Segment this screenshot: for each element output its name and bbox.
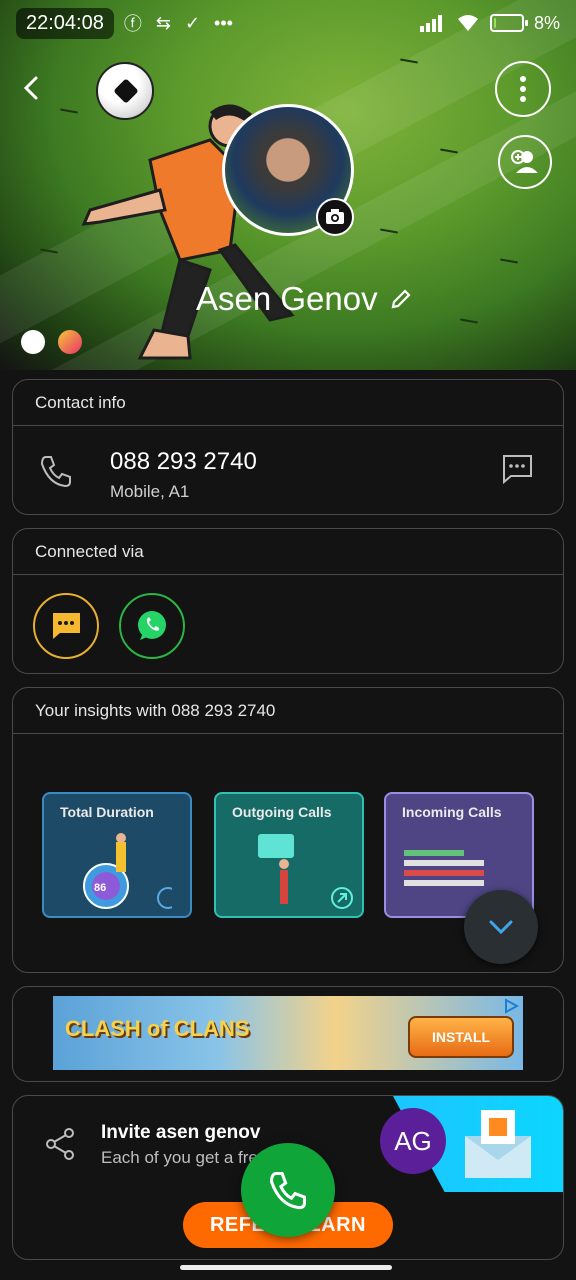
battery-fill: [493, 18, 496, 28]
facebook-icon: ⓕ: [123, 14, 142, 34]
add-person-icon: [511, 150, 538, 173]
theme-white-option[interactable]: [21, 330, 45, 354]
insights-heading: Your insights with 088 293 2740: [13, 688, 563, 734]
more-icon: •••: [214, 12, 233, 33]
whatsapp-button[interactable]: [119, 593, 185, 659]
signal-icon: [419, 15, 442, 32]
incoming-calls-title: Incoming Calls: [402, 804, 502, 820]
phone-icon: [40, 456, 71, 488]
status-bar: 22:04:08 ⓕ ⇆ ✓ ••• 8%: [0, 0, 576, 46]
duration-illustration: [83, 833, 172, 909]
phone-type: Mobile, A1: [110, 482, 190, 501]
connected-via-card: Connected via: [12, 528, 564, 674]
call-button[interactable]: [241, 1143, 335, 1237]
whatsapp-icon: [138, 611, 166, 640]
check-icon: ✓: [184, 12, 201, 33]
phone-number: 088 293 2740: [110, 448, 257, 475]
status-time: 22:04:08: [16, 7, 114, 39]
outgoing-calls-card[interactable]: Outgoing Calls: [214, 792, 364, 918]
outgoing-calls-title: Outgoing Calls: [232, 804, 332, 820]
status-notification-icons: ⓕ ⇆ ✓ •••: [124, 10, 233, 36]
connected-via-heading: Connected via: [13, 529, 563, 575]
ad-brand: CLASH of CLANS: [65, 1016, 250, 1041]
more-options-button[interactable]: [495, 61, 551, 117]
cast-icon: ⇆: [155, 12, 171, 33]
connected-apps-row: [13, 575, 563, 673]
add-contact-button[interactable]: [498, 135, 552, 189]
phone-row[interactable]: 088 293 2740 Mobile, A1: [13, 426, 563, 514]
ad-banner[interactable]: CLASH of CLANS INSTALL: [53, 996, 523, 1070]
back-button[interactable]: [14, 70, 50, 106]
invite-title: Invite asen genov: [101, 1122, 261, 1143]
vertical-dots-icon: [520, 76, 526, 102]
contact-name-row: Asen Genov: [196, 280, 412, 318]
battery-percent: 8%: [533, 12, 560, 33]
total-duration-title: Total Duration: [60, 804, 154, 820]
cover-decor: [459, 318, 479, 324]
sms-chat-icon: [52, 613, 80, 639]
duration-value: 86: [94, 882, 107, 894]
share-icon[interactable]: [45, 1128, 75, 1160]
initials-avatar[interactable]: AG: [380, 1108, 446, 1174]
message-icon[interactable]: [501, 454, 533, 484]
cover-decor: [499, 258, 519, 264]
home-indicator[interactable]: [180, 1265, 392, 1270]
ad-install-button[interactable]: INSTALL: [408, 1016, 514, 1058]
soccer-ball-icon: [96, 62, 154, 120]
theme-gradient-option[interactable]: [58, 330, 82, 354]
ad-card: CLASH of CLANS INSTALL: [12, 986, 564, 1082]
contact-name: Asen Genov: [196, 280, 378, 317]
scroll-down-button[interactable]: [464, 890, 538, 964]
ad-choices-icon[interactable]: [503, 998, 519, 1014]
phone-call-icon: [269, 1172, 306, 1210]
cover-decor: [439, 148, 459, 154]
wifi-icon: [457, 15, 478, 31]
contact-info-card: Contact info 088 293 2740 Mobile, A1: [12, 379, 564, 515]
chevron-left-icon: [23, 76, 38, 100]
camera-icon: [326, 209, 344, 224]
total-duration-card[interactable]: Total Duration 86: [42, 792, 192, 918]
contact-info-heading: Contact info: [13, 380, 563, 426]
outgoing-illustration: [258, 834, 353, 909]
battery-icon: [489, 14, 528, 32]
change-photo-button[interactable]: [316, 198, 354, 236]
edit-pencil-icon[interactable]: [390, 288, 412, 310]
status-system-icons: 8%: [419, 12, 560, 34]
chevron-down-icon: [489, 920, 513, 935]
sms-app-button[interactable]: [33, 593, 99, 659]
